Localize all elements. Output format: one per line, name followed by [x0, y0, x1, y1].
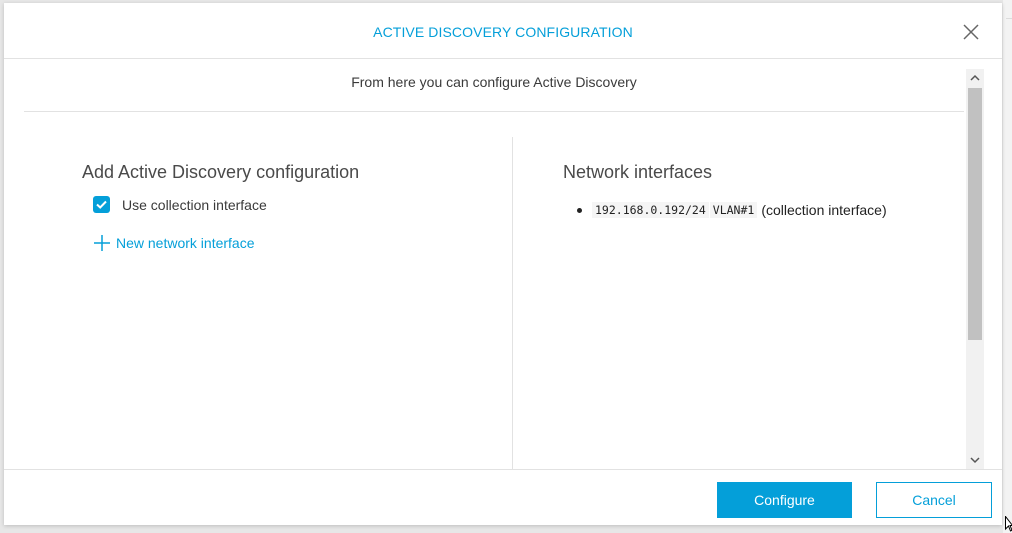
active-discovery-modal: ACTIVE DISCOVERY CONFIGURATION From here… — [4, 3, 1002, 525]
modal-title: ACTIVE DISCOVERY CONFIGURATION — [373, 24, 633, 40]
new-network-interface-label: New network interface — [116, 235, 255, 251]
modal-footer: Configure Cancel — [4, 469, 1002, 525]
network-interfaces-title: Network interfaces — [563, 162, 713, 182]
mouse-cursor-icon — [1005, 516, 1012, 532]
close-icon — [963, 24, 979, 40]
column-divider — [512, 137, 513, 470]
interface-note: (collection interface) — [761, 202, 887, 218]
modal-subtitle-bar: From here you can configure Active Disco… — [24, 60, 964, 112]
chevron-up-icon — [970, 74, 980, 81]
add-config-title: Add Active Discovery configuration — [82, 162, 360, 182]
new-network-interface-link[interactable]: New network interface — [93, 233, 255, 253]
interface-vlan: VLAN#1 — [709, 202, 758, 218]
modal-body: From here you can configure Active Disco… — [4, 60, 1002, 470]
scroll-down-button[interactable] — [966, 451, 984, 469]
modal-subtitle: From here you can configure Active Disco… — [351, 74, 637, 90]
scroll-thumb[interactable] — [968, 88, 982, 340]
bullet — [577, 208, 582, 213]
modal-header: ACTIVE DISCOVERY CONFIGURATION — [4, 3, 1002, 59]
use-collection-interface-label[interactable]: Use collection interface — [122, 197, 267, 213]
scroll-up-button[interactable] — [966, 69, 984, 87]
plus-icon — [94, 235, 110, 251]
backdrop-edge — [1003, 0, 1012, 533]
use-collection-interface-checkbox[interactable] — [93, 196, 110, 213]
configure-button[interactable]: Configure — [717, 482, 852, 518]
vertical-scrollbar[interactable] — [966, 69, 984, 469]
close-button[interactable] — [960, 21, 982, 43]
network-interface-list-item: 192.168.0.192/24 VLAN#1 (collection inte… — [577, 202, 887, 218]
cancel-button[interactable]: Cancel — [876, 482, 992, 518]
chevron-down-icon — [970, 457, 980, 464]
checkmark-icon — [96, 200, 107, 209]
interface-address: 192.168.0.192/24 — [592, 202, 709, 218]
